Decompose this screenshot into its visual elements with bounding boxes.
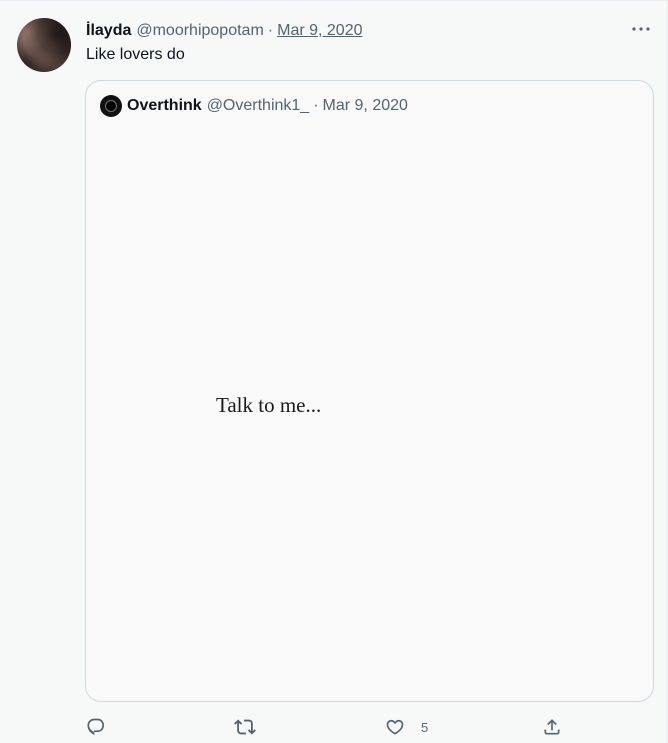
more-icon	[632, 27, 650, 31]
avatar-photo	[17, 18, 71, 72]
quote-author-handle: @Overthink1_	[206, 97, 310, 114]
action-bar: 5	[0, 715, 668, 739]
avatar[interactable]	[17, 18, 71, 72]
author-name[interactable]: İlayda	[86, 22, 131, 40]
quoted-tweet[interactable]: Overthink @Overthink1_ · Mar 9, 2020 Tal…	[85, 80, 654, 702]
more-options-button[interactable]	[631, 19, 651, 39]
reply-button[interactable]	[86, 715, 106, 739]
tweet-date[interactable]: Mar 9, 2020	[277, 22, 362, 40]
separator: ·	[267, 22, 274, 39]
tweet-header: İlayda @moorhipopotam · Mar 9, 2020	[86, 21, 363, 41]
quote-avatar	[100, 95, 122, 117]
quote-image-text: Talk to me...	[216, 393, 322, 417]
tweet-text: Like lovers do	[86, 46, 185, 63]
quote-separator: ·	[313, 97, 319, 114]
quote-author-name: Overthink	[127, 97, 202, 114]
like-count: 5	[421, 719, 429, 735]
like-button[interactable]: 5	[385, 715, 428, 739]
share-button[interactable]	[542, 715, 562, 739]
retweet-icon	[234, 719, 256, 735]
quote-header: Overthink @Overthink1_ · Mar 9, 2020	[100, 95, 408, 117]
retweet-button[interactable]	[234, 715, 256, 739]
tweet[interactable]: İlayda @moorhipopotam · Mar 9, 2020 Like…	[0, 0, 668, 743]
share-icon	[544, 719, 560, 735]
reply-icon	[87, 718, 105, 735]
author-handle[interactable]: @moorhipopotam	[136, 22, 263, 40]
heart-icon	[386, 719, 404, 735]
quote-date: Mar 9, 2020	[322, 97, 408, 114]
